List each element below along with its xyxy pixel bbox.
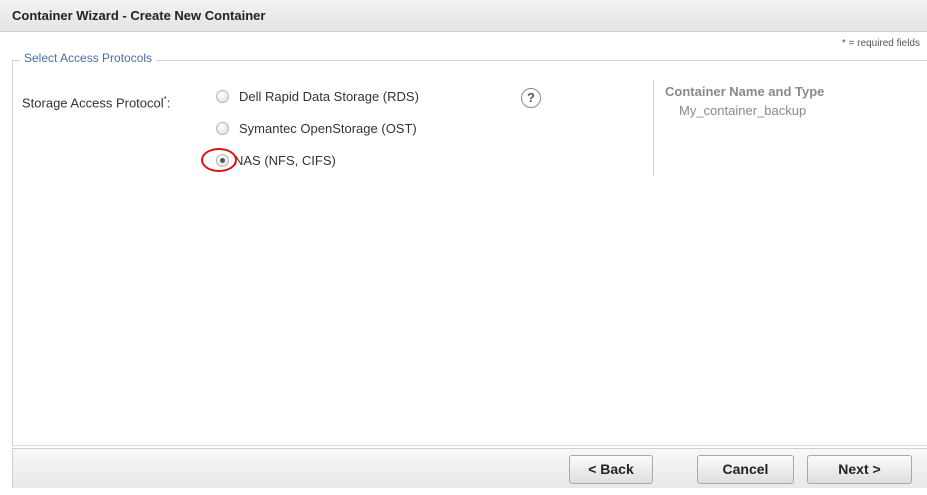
storage-access-protocol-label: Storage Access Protocol*: (22, 95, 170, 110)
next-button[interactable]: Next > (807, 455, 912, 484)
radio-option-ost[interactable]: Symantec OpenStorage (OST) (216, 121, 417, 136)
protocol-label-text: Storage Access Protocol (22, 95, 164, 111)
radio-label-rds: Dell Rapid Data Storage (RDS) (239, 89, 419, 104)
help-icon[interactable]: ? (521, 88, 541, 108)
window-title: Container Wizard - Create New Container (12, 8, 266, 23)
title-bar: Container Wizard - Create New Container (0, 0, 927, 32)
radio-button-ost[interactable] (216, 122, 229, 135)
required-fields-note: * = required fields (841, 38, 920, 49)
container-wizard: Container Wizard - Create New Container … (0, 0, 927, 495)
radio-option-rds[interactable]: Dell Rapid Data Storage (RDS) (216, 89, 419, 104)
summary-divider (653, 80, 654, 176)
radio-label-ost: Symantec OpenStorage (OST) (239, 121, 417, 136)
section-title: Select Access Protocols (20, 51, 157, 65)
back-button[interactable]: < Back (569, 455, 653, 484)
summary-container-name: My_container_backup (679, 103, 807, 118)
protocol-label-suffix: : (166, 95, 171, 111)
radio-label-nas: NAS (NFS, CIFS) (234, 153, 336, 168)
summary-title: Container Name and Type (665, 84, 825, 99)
radio-button-rds[interactable] (216, 90, 229, 103)
selection-highlight-circle (201, 148, 237, 172)
cancel-button[interactable]: Cancel (697, 455, 794, 484)
